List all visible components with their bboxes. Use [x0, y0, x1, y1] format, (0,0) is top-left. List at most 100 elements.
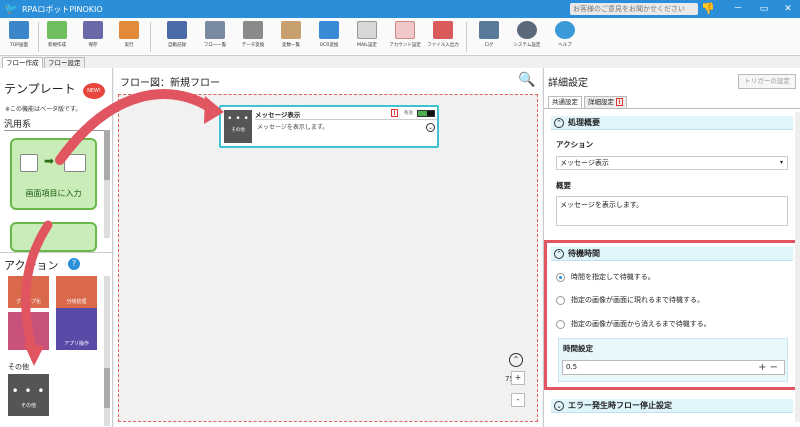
- enabled-toggle[interactable]: [417, 110, 435, 117]
- tab-flow-create[interactable]: フロー作成: [2, 57, 43, 68]
- flow-node-message[interactable]: • • • その他 メッセージ表示 ! 有効 メッセージを表示します。 ⌄: [219, 105, 439, 148]
- tab-detail-settings[interactable]: 詳細設定!: [584, 96, 627, 108]
- action-scroll-thumb[interactable]: [104, 368, 110, 408]
- beta-note: ※この機能はベータ版です。: [5, 106, 82, 113]
- box-icon: [281, 21, 301, 39]
- data-convert-button[interactable]: データ変換: [236, 21, 270, 55]
- action-tile-app-operation[interactable]: アプリ操作: [56, 308, 97, 350]
- system-settings-button[interactable]: システム設定: [510, 21, 544, 55]
- radio-button[interactable]: [556, 295, 565, 305]
- template-title: テンプレート: [4, 82, 76, 96]
- app-title: RPAロボットPINOKIO: [22, 4, 103, 14]
- arrow-right-icon: ➡: [44, 154, 55, 168]
- ribbon-divider: [38, 22, 39, 52]
- log-button[interactable]: ログ: [472, 21, 506, 55]
- auto-record-button[interactable]: 自動記録: [160, 21, 194, 55]
- help-icon: [555, 21, 575, 39]
- radio-wait-image-disappear[interactable]: 指定の画像が画面から消えるまで待機する。: [556, 319, 711, 331]
- account-icon: [395, 21, 415, 39]
- action-tile-group[interactable]: グループ化: [8, 276, 49, 308]
- section-overview-header[interactable]: ⌃ 処理概要: [551, 116, 793, 130]
- save-icon: [83, 21, 103, 39]
- database-icon: [243, 21, 263, 39]
- file-io-button[interactable]: ファイル入出力: [426, 21, 460, 55]
- help-button[interactable]: ヘルプ: [548, 21, 582, 55]
- divider: [544, 108, 800, 109]
- chevron-down-icon[interactable]: ⌄: [426, 123, 435, 132]
- help-icon[interactable]: ?: [68, 258, 80, 270]
- section-wait-header[interactable]: ⌃ 待機時間: [551, 247, 793, 261]
- tab-flow-settings[interactable]: フロー設定: [44, 57, 85, 68]
- template-scroll-thumb[interactable]: [104, 130, 110, 180]
- home-icon: [9, 21, 29, 39]
- other-category-label: その他: [8, 363, 29, 371]
- template-card-screen-input[interactable]: ➡ 画面項目に入力: [10, 138, 97, 210]
- template-card[interactable]: [10, 222, 97, 252]
- chevron-down-icon: ⌄: [554, 401, 564, 411]
- template-card-caption: 画面項目に入力: [25, 189, 82, 198]
- other-action-icon: • • • その他: [224, 110, 252, 143]
- radio-button[interactable]: [556, 319, 565, 329]
- save-button[interactable]: 保存: [76, 21, 110, 55]
- detail-scrollbar[interactable]: [795, 112, 800, 422]
- more-icon: • • •: [11, 384, 46, 398]
- section-error-header[interactable]: ⌄ エラー発生時フロー停止設定: [551, 399, 793, 413]
- app-logo-icon: 🐦: [4, 2, 18, 15]
- list-icon: [205, 21, 225, 39]
- stepper-icon[interactable]: + −: [758, 361, 778, 374]
- play-icon: [119, 21, 139, 39]
- flow-title: フロー図：新規フロー: [120, 78, 220, 89]
- close-button[interactable]: ✕: [776, 0, 800, 18]
- detail-panel: 詳細設定 トリガーの設定 共通設定 詳細設定! ⌃ 処理概要 アクション メッセ…: [543, 68, 800, 427]
- minimize-button[interactable]: －: [726, 0, 750, 18]
- new-flow-button[interactable]: 新規作成: [40, 21, 74, 55]
- action-tile-branch[interactable]: 分岐処理: [56, 276, 97, 308]
- summary-label: 概要: [556, 181, 571, 190]
- action-tile[interactable]: [8, 312, 49, 350]
- chevron-up-icon[interactable]: ⌃: [509, 353, 523, 367]
- tab-common-settings[interactable]: 共通設定: [548, 96, 582, 108]
- account-settings-button[interactable]: アカウント設定: [388, 21, 422, 55]
- zoom-out-button[interactable]: -: [511, 393, 525, 407]
- mail-settings-button[interactable]: MAIL設定: [350, 21, 384, 55]
- flow-area: フロー図：新規フロー 🔍 • • • その他 メッセージ表示 ! 有効 メッセー…: [114, 68, 542, 427]
- variable-list-button[interactable]: 変数一覧: [274, 21, 308, 55]
- radio-wait-time[interactable]: 時間を指定して待機する。: [556, 272, 655, 284]
- dropdown-caret-icon: ▾: [779, 159, 783, 166]
- left-panel: テンプレート NEW! ※この機能はベータ版です。 汎用系 ➡ 画面項目に入力 …: [0, 68, 113, 427]
- node-title: メッセージ表示: [255, 111, 301, 119]
- divider: [4, 130, 104, 131]
- gear-icon: [517, 21, 537, 39]
- trigger-settings-button[interactable]: トリガーの設定: [738, 74, 796, 89]
- ocr-icon: [319, 21, 339, 39]
- thumbs-down-icon[interactable]: 👎: [701, 2, 721, 16]
- top-screen-button[interactable]: TOP画面: [2, 21, 36, 55]
- summary-field[interactable]: メッセージを表示します。: [556, 196, 788, 226]
- maximize-button[interactable]: ▭: [752, 0, 776, 18]
- action-select[interactable]: メッセージ表示 ▾: [556, 156, 788, 170]
- ribbon-divider: [466, 22, 467, 52]
- run-button[interactable]: 実行: [112, 21, 146, 55]
- radio-wait-image-appear[interactable]: 指定の画像が画面に現れるまで待機する。: [556, 295, 704, 307]
- ocr-convert-button[interactable]: OCR変換: [312, 21, 346, 55]
- keyboard-icon: [64, 154, 86, 172]
- warning-icon: !: [616, 98, 623, 106]
- zoom-in-button[interactable]: +: [511, 371, 525, 385]
- enabled-label: 有効: [404, 111, 413, 116]
- detail-title: 詳細設定: [548, 78, 588, 89]
- radio-button[interactable]: [556, 272, 565, 282]
- action-tile-other[interactable]: • • • その他: [8, 374, 49, 416]
- flow-canvas[interactable]: • • • その他 メッセージ表示 ! 有効 メッセージを表示します。 ⌄ ⌃ …: [118, 94, 538, 422]
- action-title: アクション: [4, 259, 59, 272]
- search-icon[interactable]: 🔍: [518, 72, 535, 88]
- flow-list-button[interactable]: フロー一覧: [198, 21, 232, 55]
- download-icon: [433, 21, 453, 39]
- chevron-up-icon: ⌃: [554, 118, 564, 128]
- log-icon: [479, 21, 499, 39]
- ribbon-divider: [150, 22, 151, 52]
- node-description: メッセージを表示します。: [257, 124, 329, 131]
- toolbar-ribbon: TOP画面 新規作成 保存 実行 自動記録 フロー一覧 データ変換 変数一覧 O…: [0, 18, 800, 56]
- time-input[interactable]: 0.5 + −: [562, 360, 785, 375]
- time-setting-label: 時間設定: [563, 344, 593, 353]
- feedback-input[interactable]: お客様のご意見をお聞かせください: [570, 3, 698, 15]
